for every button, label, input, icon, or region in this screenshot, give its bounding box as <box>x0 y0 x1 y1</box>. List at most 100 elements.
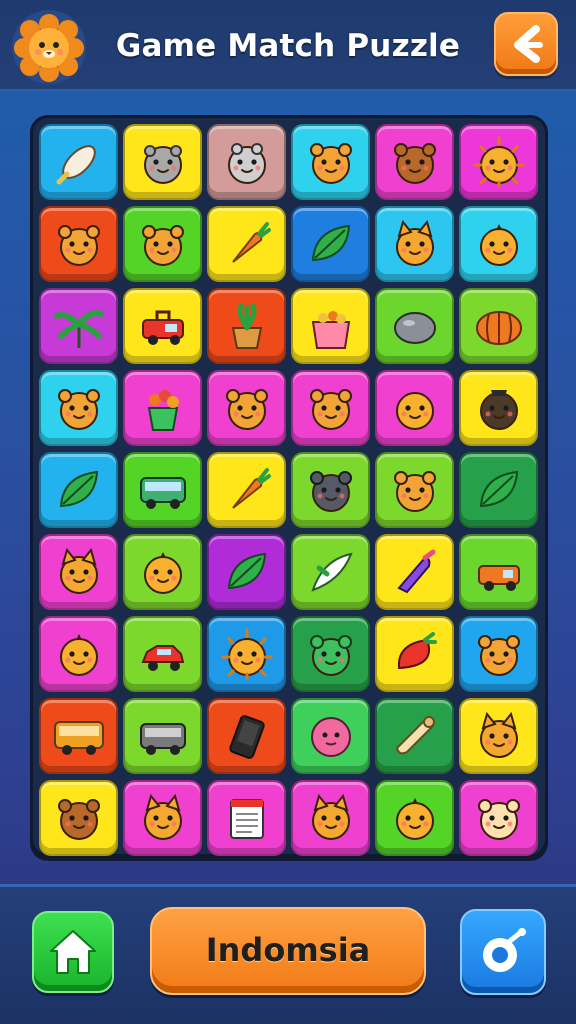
bear-face-icon <box>309 389 352 430</box>
page-title: Game Match Puzzle <box>115 28 461 64</box>
tile-6-3[interactable] <box>207 534 286 610</box>
tile-6-1[interactable] <box>39 534 118 610</box>
tile-8-3[interactable] <box>207 698 286 774</box>
tile-5-2[interactable] <box>123 452 202 528</box>
bus-icon <box>139 477 186 509</box>
tile-8-6[interactable] <box>459 698 538 774</box>
tile-7-1[interactable] <box>39 616 118 692</box>
tile-1-2[interactable] <box>123 124 202 200</box>
tile-3-6[interactable] <box>459 288 538 364</box>
tile-5-1[interactable] <box>39 452 118 528</box>
tile-8-4[interactable] <box>291 698 370 774</box>
bear-face-icon <box>57 225 100 266</box>
lemon-face-icon <box>143 552 182 594</box>
hint-button[interactable] <box>460 909 546 995</box>
tile-4-3[interactable] <box>207 370 286 446</box>
leaf-icon <box>227 552 266 590</box>
tile-3-5[interactable] <box>375 288 454 364</box>
red-truck-icon <box>141 310 184 345</box>
back-button[interactable] <box>494 12 558 76</box>
tile-9-5[interactable] <box>375 780 454 856</box>
fox-face-icon <box>395 219 434 266</box>
tile-1-6[interactable] <box>459 124 538 200</box>
mole-face-icon <box>479 390 518 430</box>
gray-hamster-icon <box>143 145 182 184</box>
tile-8-2[interactable] <box>123 698 202 774</box>
tile-2-3[interactable] <box>207 206 286 282</box>
purple-candy-icon <box>396 549 435 594</box>
bottom-bar: Indomsia <box>0 884 576 1024</box>
brown-bear-icon <box>393 143 436 184</box>
tile-5-4[interactable] <box>291 452 370 528</box>
tile-7-5[interactable] <box>375 616 454 692</box>
potted-plant-icon <box>231 303 262 349</box>
tile-1-4[interactable] <box>291 124 370 200</box>
tile-4-5[interactable] <box>375 370 454 446</box>
tile-4-2[interactable] <box>123 370 202 446</box>
tile-8-1[interactable] <box>39 698 118 774</box>
tile-6-5[interactable] <box>375 534 454 610</box>
lion-face-icon <box>10 8 88 86</box>
bear-face-icon <box>393 471 436 512</box>
tile-2-1[interactable] <box>39 206 118 282</box>
tile-4-1[interactable] <box>39 370 118 446</box>
flower-pot-icon <box>147 390 179 431</box>
fox-face-icon <box>479 711 518 758</box>
tile-grid <box>39 124 538 856</box>
sun-face-icon <box>473 136 524 188</box>
top-bar: Game Match Puzzle <box>0 0 576 92</box>
hint-bomb-icon <box>483 928 526 972</box>
tile-4-4[interactable] <box>291 370 370 446</box>
home-icon <box>50 930 96 974</box>
leaf-icon <box>59 470 98 508</box>
tile-2-6[interactable] <box>459 206 538 282</box>
tile-7-3[interactable] <box>207 616 286 692</box>
tile-7-4[interactable] <box>291 616 370 692</box>
red-car-icon <box>141 645 184 671</box>
leaf-icon <box>479 470 518 508</box>
tile-3-3[interactable] <box>207 288 286 364</box>
tile-6-2[interactable] <box>123 534 202 610</box>
tile-1-3[interactable] <box>207 124 286 200</box>
bear-face-icon <box>309 143 352 184</box>
tile-5-3[interactable] <box>207 452 286 528</box>
tile-7-2[interactable] <box>123 616 202 692</box>
tile-9-1[interactable] <box>39 780 118 856</box>
tile-9-4[interactable] <box>291 780 370 856</box>
tile-1-5[interactable] <box>375 124 454 200</box>
tile-5-6[interactable] <box>459 452 538 528</box>
gray-bus-icon <box>139 723 186 755</box>
gray-ghost-icon <box>227 143 266 184</box>
tile-9-6[interactable] <box>459 780 538 856</box>
wrapped-candy-icon <box>56 145 96 185</box>
tile-1-1[interactable] <box>39 124 118 200</box>
tile-9-2[interactable] <box>123 780 202 856</box>
tile-5-5[interactable] <box>375 452 454 528</box>
tile-6-4[interactable] <box>291 534 370 610</box>
fox-face-icon <box>311 793 350 840</box>
bear-face-icon <box>477 635 520 676</box>
carrot-icon <box>231 468 271 509</box>
main-action-button[interactable]: Indomsia <box>150 907 426 995</box>
tile-7-6[interactable] <box>459 616 538 692</box>
stone-icon <box>393 312 436 344</box>
tile-3-1[interactable] <box>39 288 118 364</box>
notepad-icon <box>229 799 264 839</box>
carrot-icon <box>231 222 271 263</box>
tile-2-4[interactable] <box>291 206 370 282</box>
sun-face-icon <box>221 628 272 680</box>
tile-6-6[interactable] <box>459 534 538 610</box>
tile-3-2[interactable] <box>123 288 202 364</box>
tile-2-5[interactable] <box>375 206 454 282</box>
tile-8-5[interactable] <box>375 698 454 774</box>
tile-4-6[interactable] <box>459 370 538 446</box>
tile-3-4[interactable] <box>291 288 370 364</box>
leaf-icon <box>311 224 350 262</box>
cream-bear-icon <box>477 799 520 840</box>
phone-icon <box>228 715 265 759</box>
tile-9-3[interactable] <box>207 780 286 856</box>
lemon-face-icon <box>59 634 98 676</box>
home-button[interactable] <box>32 911 114 993</box>
bear-face-icon <box>225 389 268 430</box>
tile-2-2[interactable] <box>123 206 202 282</box>
